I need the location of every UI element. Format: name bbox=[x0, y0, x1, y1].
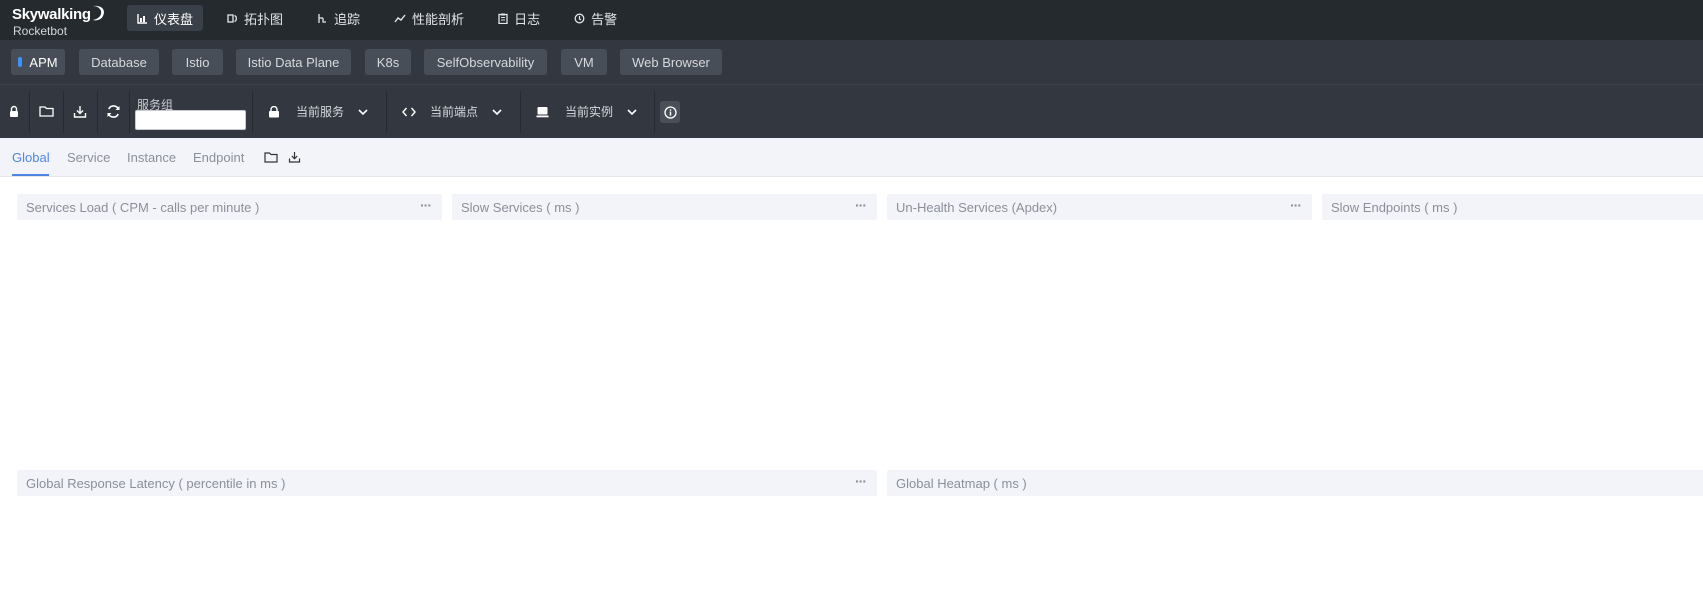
layer-tab-label: Istio bbox=[185, 54, 210, 70]
nav-item-log[interactable]: 日志 bbox=[488, 5, 550, 31]
lock-button[interactable] bbox=[6, 103, 22, 119]
dashboard-toolbar: 服务组 当前服务 当前端点 当前实例 bbox=[0, 85, 1703, 138]
nav-item-label: 日志 bbox=[514, 11, 541, 27]
dashboard-tabs: Global Service Instance Endpoint bbox=[0, 138, 1703, 177]
toolbar-divider bbox=[386, 91, 387, 133]
tab-endpoint[interactable]: Endpoint bbox=[193, 150, 244, 165]
topology-icon bbox=[227, 13, 238, 23]
lock-icon bbox=[10, 105, 18, 117]
info-icon bbox=[663, 105, 677, 119]
nav-item-dashboard[interactable]: 仪表盘 bbox=[127, 5, 204, 31]
tab-instance[interactable]: Instance bbox=[127, 150, 176, 165]
folder-icon bbox=[38, 106, 54, 117]
service-group-input[interactable] bbox=[135, 110, 246, 130]
layer-tab-label: K8s bbox=[376, 54, 400, 70]
layer-tab-label: VM bbox=[574, 54, 594, 70]
layer-tabs: APM Database Istio Istio Data Plane K8s … bbox=[0, 40, 1703, 85]
layer-tab-k8s[interactable]: K8s bbox=[365, 49, 411, 75]
more-options-icon[interactable]: ··· bbox=[855, 197, 867, 213]
tab-global[interactable]: Global bbox=[12, 150, 50, 165]
nav-item-label: 追踪 bbox=[334, 11, 361, 27]
download-button[interactable] bbox=[72, 103, 88, 119]
layer-tab-label: SelfObservability bbox=[436, 54, 535, 70]
log-icon bbox=[498, 13, 508, 24]
brand-name: Skywalking bbox=[12, 6, 91, 23]
current-endpoint-selector[interactable]: 当前端点 bbox=[388, 95, 518, 128]
nav-item-label: 性能剖析 bbox=[412, 11, 465, 27]
profile-icon bbox=[394, 14, 406, 22]
nav-item-label: 告警 bbox=[591, 11, 618, 27]
layer-tab-web-browser[interactable]: Web Browser bbox=[620, 49, 722, 75]
panel-title: Slow Services ( ms ) bbox=[461, 200, 580, 215]
toolbar-divider bbox=[654, 91, 655, 133]
nav-item-label: 仪表盘 bbox=[154, 11, 194, 27]
nav-item-profile[interactable]: 性能剖析 bbox=[384, 5, 474, 31]
top-navigation: Skywalking Rocketbot 仪表盘 拓扑图 追踪 性能剖析 日志 … bbox=[0, 0, 1703, 40]
active-indicator bbox=[18, 57, 23, 67]
alarm-icon bbox=[574, 13, 585, 23]
layer-tab-istio[interactable]: Istio bbox=[172, 49, 223, 75]
dashboard-icon bbox=[137, 13, 147, 24]
layer-tab-label: Web Browser bbox=[632, 54, 710, 70]
logo[interactable]: Skywalking Rocketbot bbox=[12, 4, 112, 38]
chevron-down-icon bbox=[358, 108, 368, 115]
chevron-down-icon bbox=[627, 108, 637, 115]
toolbar-divider bbox=[97, 91, 98, 133]
panel-slow-services: Slow Services ( ms ) ··· bbox=[452, 194, 877, 220]
nav-item-topology[interactable]: 拓扑图 bbox=[217, 5, 293, 31]
panel-title: Services Load ( CPM - calls per minute ) bbox=[26, 200, 260, 215]
nav-item-trace[interactable]: 追踪 bbox=[307, 5, 370, 31]
refresh-button[interactable] bbox=[105, 103, 121, 119]
panel-global-response-latency: Global Response Latency ( percentile in … bbox=[17, 470, 877, 496]
nav-item-alarm[interactable]: 告警 bbox=[564, 5, 627, 31]
nav-item-label: 拓扑图 bbox=[244, 11, 284, 27]
code-icon bbox=[402, 107, 416, 116]
current-service-label: 当前服务 bbox=[296, 105, 345, 119]
active-tab-indicator bbox=[12, 174, 49, 176]
toolbar-divider bbox=[520, 91, 521, 133]
layer-tab-vm[interactable]: VM bbox=[561, 49, 607, 75]
panel-global-heatmap: Global Heatmap ( ms ) bbox=[887, 470, 1703, 496]
tab-service[interactable]: Service bbox=[67, 150, 110, 165]
panel-unhealth-services: Un-Health Services (Apdex) ··· bbox=[887, 194, 1312, 220]
open-folder-button[interactable] bbox=[38, 103, 54, 119]
layer-tab-istio-data-plane[interactable]: Istio Data Plane bbox=[236, 49, 351, 75]
panel-title: Global Response Latency ( percentile in … bbox=[26, 476, 286, 491]
current-service-selector[interactable]: 当前服务 bbox=[254, 95, 384, 128]
brand-subtitle: Rocketbot bbox=[13, 24, 68, 38]
main-menu: 仪表盘 拓扑图 追踪 性能剖析 日志 告警 bbox=[127, 5, 641, 31]
current-endpoint-label: 当前端点 bbox=[430, 105, 479, 119]
instance-icon bbox=[536, 106, 549, 117]
layer-tab-database[interactable]: Database bbox=[79, 49, 159, 75]
panel-title: Un-Health Services (Apdex) bbox=[896, 200, 1058, 215]
layer-tab-apm[interactable]: APM bbox=[11, 49, 65, 75]
panel-slow-endpoints: Slow Endpoints ( ms ) bbox=[1322, 194, 1703, 220]
panel-services-load: Services Load ( CPM - calls per minute )… bbox=[17, 194, 442, 220]
toolbar-divider bbox=[29, 91, 30, 133]
panel-title: Global Heatmap ( ms ) bbox=[896, 476, 1027, 491]
trace-icon bbox=[318, 13, 327, 23]
more-options-icon[interactable]: ··· bbox=[1290, 197, 1302, 213]
layer-tab-selfobservability[interactable]: SelfObservability bbox=[424, 49, 547, 75]
toolbar-divider bbox=[63, 91, 64, 133]
download-icon bbox=[73, 105, 87, 118]
service-icon bbox=[269, 105, 279, 117]
toolbar-divider bbox=[129, 91, 130, 133]
logo-swoosh-icon bbox=[93, 5, 104, 21]
current-instance-label: 当前实例 bbox=[565, 105, 614, 119]
chevron-down-icon bbox=[492, 108, 502, 115]
download-icon[interactable] bbox=[288, 151, 301, 163]
more-options-icon[interactable]: ··· bbox=[855, 473, 867, 489]
layer-tab-label: Istio Data Plane bbox=[247, 54, 340, 70]
refresh-icon bbox=[107, 104, 119, 118]
more-options-icon[interactable]: ··· bbox=[420, 197, 432, 213]
info-button[interactable] bbox=[660, 101, 680, 123]
folder-icon[interactable] bbox=[264, 151, 278, 163]
toolbar-divider bbox=[252, 91, 253, 133]
layer-tab-label: APM bbox=[29, 54, 58, 70]
current-instance-selector[interactable]: 当前实例 bbox=[522, 95, 652, 128]
layer-tab-label: Database bbox=[91, 54, 147, 70]
panel-title: Slow Endpoints ( ms ) bbox=[1331, 200, 1458, 215]
